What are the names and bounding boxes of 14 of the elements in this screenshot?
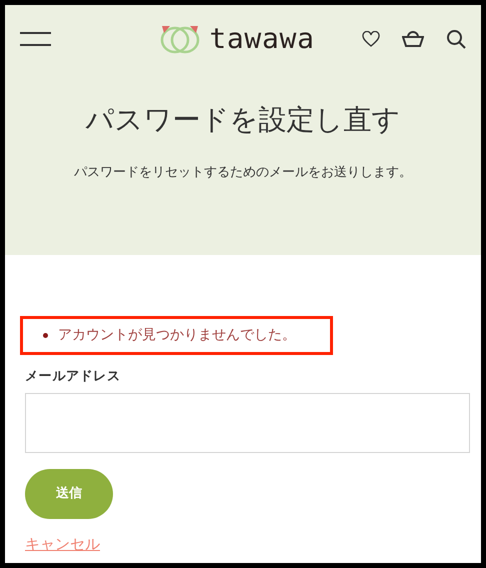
submit-button[interactable]: 送信 [25,468,113,518]
basket-icon[interactable] [402,30,424,48]
logo-icon [159,24,202,54]
email-field[interactable] [25,392,470,452]
search-icon[interactable] [446,29,466,49]
bullet-icon [43,333,48,338]
logo-text[interactable]: tawawa [209,25,315,53]
cancel-link[interactable]: キャンセル [25,532,100,555]
menu-icon[interactable] [20,32,52,46]
field-label: メールアドレス [25,368,122,386]
error-message: アカウントが見つかりませんでした。 [58,326,296,345]
heart-icon[interactable] [362,31,380,47]
page-title: パスワードを設定し直す [84,102,402,138]
subtitle: パスワードをリセットするためのメールをお送りします。 [73,164,413,182]
